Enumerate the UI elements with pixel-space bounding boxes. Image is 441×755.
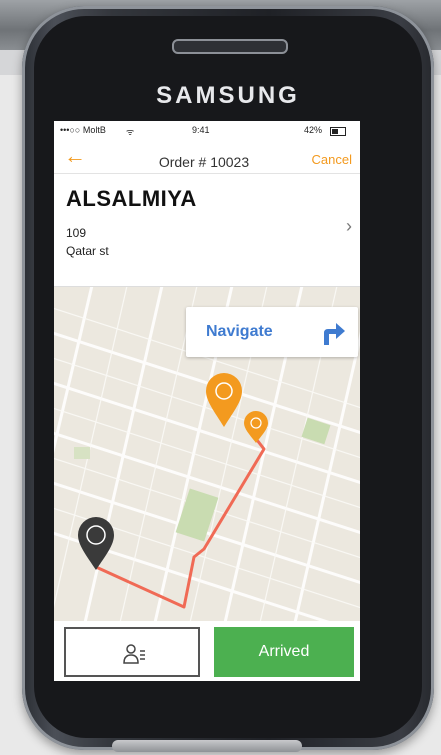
chevron-right-icon: ›: [346, 216, 352, 236]
contact-icon: [123, 644, 145, 664]
phone-speaker: [172, 39, 288, 54]
navigate-button[interactable]: Navigate: [186, 307, 358, 357]
status-bar: •••○○ MoltB ᯤ 9:41 42%: [54, 121, 360, 139]
arrived-label: Arrived: [258, 643, 310, 660]
app-screen: •••○○ MoltB ᯤ 9:41 42% ← Order # 10023 C…: [54, 121, 360, 681]
arrived-button[interactable]: Arrived: [214, 627, 354, 677]
nav-bar: ← Order # 10023 Cancel: [54, 139, 360, 174]
wifi-icon: ᯤ: [126, 127, 135, 137]
status-time: 9:41: [192, 125, 210, 135]
action-bar: Arrived: [54, 621, 360, 681]
battery-icon: [330, 127, 346, 136]
turn-right-arrow-icon: [324, 323, 345, 345]
address-area: ALSALMIYA: [66, 186, 197, 211]
address-line2: Qatar st: [66, 244, 109, 258]
cancel-button[interactable]: Cancel: [312, 152, 352, 167]
phone-brand-logo: SAMSUNG: [156, 82, 300, 109]
address-card[interactable]: ALSALMIYA 109 Qatar st ›: [54, 174, 360, 287]
order-title: Order # 10023: [158, 154, 250, 170]
battery-percent: 42%: [304, 125, 323, 135]
navigate-label: Navigate: [206, 323, 273, 340]
back-arrow-icon[interactable]: ←: [64, 145, 86, 167]
carrier-signal: •••○○ MoltB: [60, 125, 106, 135]
phone-home-key: [112, 740, 302, 752]
contact-customer-button[interactable]: [64, 627, 200, 677]
address-line1: 109: [66, 226, 87, 240]
